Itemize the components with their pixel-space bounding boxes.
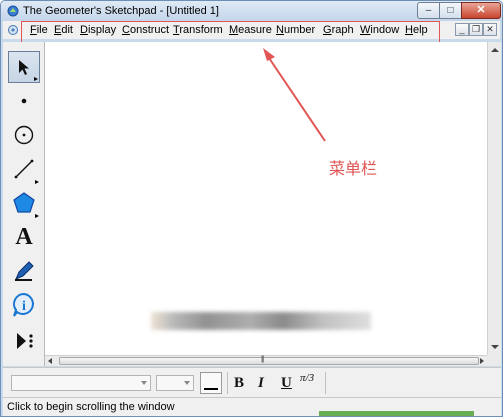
tool-submenu-indicator	[35, 180, 39, 184]
line-style-icon	[204, 388, 218, 390]
scroll-grip-icon: |||	[261, 356, 265, 363]
document-restore-button[interactable]: ❐	[469, 23, 483, 36]
document-close-button[interactable]: ✕	[483, 23, 497, 36]
toolbox: A i	[3, 42, 45, 366]
marker-tool[interactable]	[8, 255, 40, 287]
scroll-corner	[487, 355, 501, 366]
status-text: Click to begin scrolling the window	[7, 401, 175, 413]
sketchpad-app-icon[interactable]	[7, 5, 19, 17]
line-segment-icon	[14, 159, 34, 179]
scroll-right-icon[interactable]	[480, 358, 484, 364]
document-icon[interactable]	[7, 24, 19, 36]
underline-button[interactable]: U	[281, 375, 292, 392]
annotation-label: 菜单栏	[329, 159, 378, 178]
math-format-button[interactable]: π/3	[300, 372, 314, 384]
pentagon-icon	[13, 192, 35, 213]
font-size-select[interactable]	[156, 375, 194, 391]
svg-text:i: i	[22, 299, 26, 314]
status-progress-strip	[319, 411, 474, 416]
blurred-watermark	[151, 312, 371, 330]
tool-submenu-indicator	[35, 214, 39, 218]
window-title: The Geometer's Sketchpad - [Untitled 1]	[23, 5, 219, 17]
tool-submenu-indicator	[34, 77, 38, 81]
information-tool[interactable]: i	[8, 289, 40, 321]
toolbar-divider	[227, 372, 228, 394]
compass-circle-icon	[14, 125, 34, 145]
format-toolbar: B I U π/3	[3, 367, 501, 397]
play-custom-icon	[17, 333, 33, 349]
chevron-down-icon	[141, 381, 147, 385]
arrow-icon	[19, 60, 29, 75]
line-style-button[interactable]	[200, 372, 222, 394]
straightedge-tool[interactable]	[8, 153, 40, 185]
chevron-down-icon	[184, 381, 190, 385]
scroll-up-icon[interactable]	[491, 48, 499, 52]
bold-button[interactable]: B	[234, 375, 244, 392]
italic-button[interactable]: I	[258, 375, 264, 392]
horizontal-scrollbar[interactable]: |||	[45, 355, 487, 366]
selection-arrow-tool[interactable]	[8, 51, 40, 83]
window-close-button[interactable]: ✕	[461, 2, 501, 19]
horizontal-scroll-thumb[interactable]	[59, 357, 479, 365]
title-bar: The Geometer's Sketchpad - [Untitled 1] …	[1, 1, 502, 21]
document-minimize-button[interactable]: _	[455, 23, 469, 36]
polygon-tool[interactable]	[8, 187, 40, 219]
custom-tool[interactable]	[8, 325, 40, 357]
point-tool[interactable]	[8, 85, 40, 117]
vertical-scrollbar[interactable]	[487, 42, 501, 355]
font-family-select[interactable]	[11, 375, 151, 391]
window-maximize-button[interactable]: □	[439, 2, 462, 19]
text-a-icon: A	[15, 223, 33, 250]
scroll-down-icon[interactable]	[491, 345, 499, 349]
info-icon: i	[13, 292, 34, 317]
text-tool[interactable]: A	[8, 221, 40, 253]
pen-marker-icon	[15, 261, 34, 281]
sketch-canvas[interactable]	[45, 42, 487, 355]
compass-tool[interactable]	[8, 119, 40, 151]
point-icon	[21, 98, 27, 104]
scroll-left-icon[interactable]	[48, 358, 52, 364]
toolbar-divider	[325, 372, 326, 394]
window-minimize-button[interactable]: –	[417, 2, 440, 19]
sketchpad-window: The Geometer's Sketchpad - [Untitled 1] …	[0, 0, 503, 417]
